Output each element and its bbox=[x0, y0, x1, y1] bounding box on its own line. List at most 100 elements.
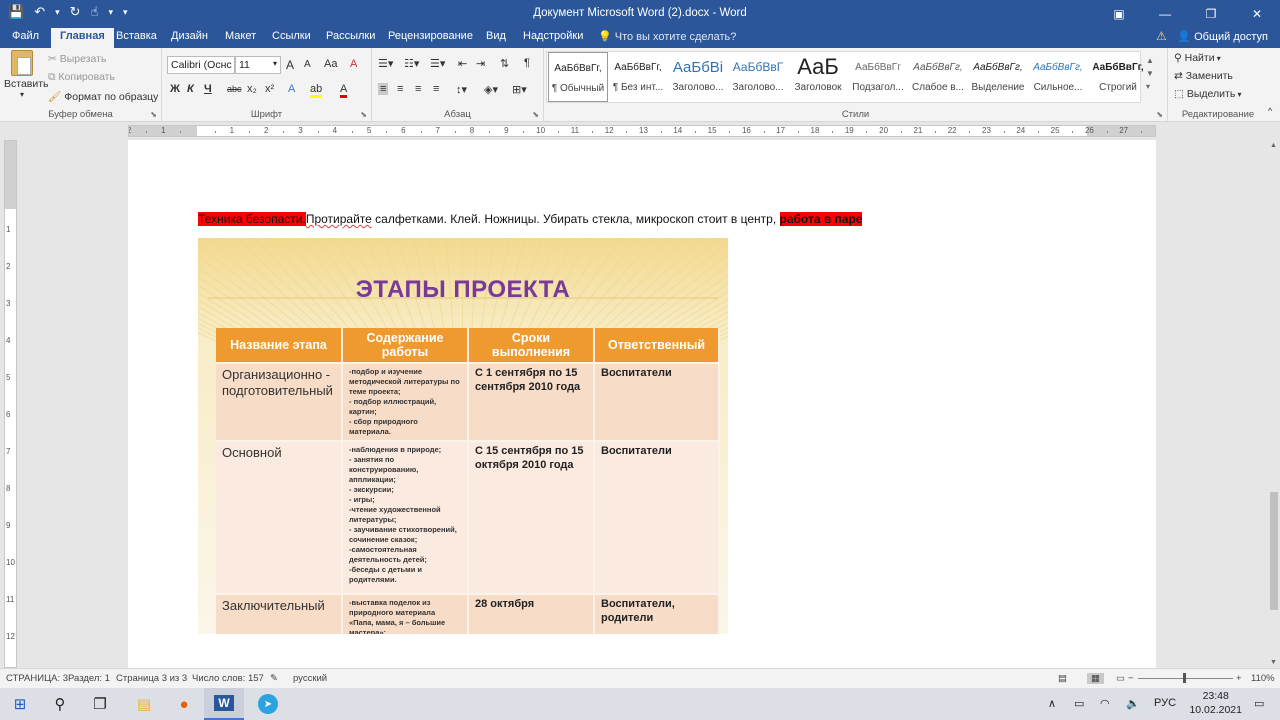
replace-button[interactable]: ⇄ Заменить bbox=[1174, 70, 1233, 82]
select-button[interactable]: ⬚ Выделить ▾ bbox=[1174, 88, 1242, 100]
document-paragraph[interactable]: Техника безопасти.Протирайте салфетками.… bbox=[198, 212, 863, 226]
shading-icon[interactable]: ◈▾ bbox=[484, 83, 498, 96]
decrease-indent-icon[interactable]: ⇤ bbox=[458, 57, 467, 70]
font-size-box[interactable]: 11 ▾ bbox=[235, 56, 281, 74]
style-no-spacing[interactable]: АаБбВвГг, ¶ Без инт... bbox=[608, 52, 668, 102]
word-count[interactable]: Число слов: 157 bbox=[192, 673, 264, 684]
underline-button[interactable]: Ч bbox=[204, 83, 212, 95]
language-indicator[interactable]: русский bbox=[293, 673, 327, 684]
tab-addins[interactable]: Надстройки bbox=[523, 30, 583, 42]
superscript-button[interactable]: x² bbox=[265, 83, 274, 95]
proofing-icon[interactable]: ✎ bbox=[270, 673, 278, 684]
tab-references[interactable]: Ссылки bbox=[272, 30, 311, 42]
line-spacing-icon[interactable]: ↕▾ bbox=[456, 83, 467, 96]
paragraph-launcher-icon[interactable]: ⬊ bbox=[532, 110, 539, 119]
style-heading1[interactable]: АаБбВі Заголово... bbox=[668, 52, 728, 102]
horizontal-ruler[interactable]: 2112345678910111213141516171819202122232… bbox=[128, 125, 1156, 137]
multilevel-list-icon[interactable]: ☰▾ bbox=[430, 57, 445, 70]
tab-insert[interactable]: Вставка bbox=[116, 30, 157, 42]
styles-launcher-icon[interactable]: ⬊ bbox=[1156, 110, 1163, 119]
tab-mailings[interactable]: Рассылки bbox=[326, 30, 375, 42]
find-button[interactable]: ⚲ Найти ▾ bbox=[1174, 52, 1221, 64]
show-marks-icon[interactable]: ¶ bbox=[524, 57, 530, 69]
tab-layout[interactable]: Макет bbox=[225, 30, 256, 42]
style-subtle-emphasis[interactable]: АаБбВвГг, Слабое в... bbox=[908, 52, 968, 102]
clipboard-launcher-icon[interactable]: ⬊ bbox=[150, 110, 157, 119]
grow-font-icon[interactable]: A bbox=[286, 58, 294, 72]
style-subtitle[interactable]: АаБбВвГг Подзагол... bbox=[848, 52, 908, 102]
italic-button[interactable]: К bbox=[187, 83, 194, 95]
style-emphasis[interactable]: АаБбВвГг, Выделение bbox=[968, 52, 1028, 102]
print-layout-icon[interactable]: ▦ bbox=[1087, 673, 1104, 684]
document-page[interactable]: Техника безопасти.Протирайте салфетками.… bbox=[128, 140, 1156, 668]
task-view-button[interactable]: ❐ bbox=[80, 688, 120, 720]
increase-indent-icon[interactable]: ⇥ bbox=[476, 57, 485, 70]
tab-file[interactable]: Файл bbox=[12, 30, 39, 42]
align-right-icon[interactable]: ≡ bbox=[415, 83, 421, 95]
vertical-ruler[interactable]: 12345678910111213 bbox=[4, 140, 17, 678]
subscript-button[interactable]: x₂ bbox=[247, 83, 257, 95]
bullets-icon[interactable]: ☰▾ bbox=[378, 57, 393, 70]
style-intense-emphasis[interactable]: АаБбВвГг, Сильное... bbox=[1028, 52, 1088, 102]
embedded-picture[interactable]: ЭТАПЫ ПРОЕКТА Название этапа Содержание … bbox=[198, 238, 728, 634]
paste-button[interactable]: Вставить ▾ bbox=[4, 50, 49, 99]
start-button[interactable]: ⊞ bbox=[0, 688, 40, 720]
tab-home[interactable]: Главная bbox=[51, 28, 114, 48]
highlighted-text[interactable]: Техника безопасти. bbox=[198, 212, 306, 226]
scrollbar-thumb[interactable] bbox=[1270, 492, 1278, 610]
highlighted-bold-text[interactable]: работа в паре bbox=[779, 212, 863, 226]
page-indicator[interactable]: СТРАНИЦА: 3 bbox=[6, 673, 68, 684]
borders-icon[interactable]: ⊞▾ bbox=[512, 83, 527, 96]
format-painter-button[interactable]: 🖌 Формат по образцу bbox=[48, 90, 158, 103]
justify-icon[interactable]: ≡ bbox=[433, 83, 439, 95]
page-count[interactable]: Страница 3 из 3 bbox=[116, 673, 187, 684]
more-styles-icon[interactable]: ▾ bbox=[1146, 82, 1150, 91]
ribbon-display-options-icon[interactable]: ▣ bbox=[1096, 0, 1142, 27]
tell-me-search[interactable]: 💡 Что вы хотите сделать? bbox=[598, 30, 736, 43]
web-layout-icon[interactable]: ▭ bbox=[1116, 673, 1125, 684]
notifications-icon[interactable]: ▭ bbox=[1254, 697, 1264, 710]
scroll-down-icon[interactable]: ▼ bbox=[1146, 69, 1154, 78]
tab-review[interactable]: Рецензирование bbox=[388, 30, 473, 42]
input-language[interactable]: РУС bbox=[1154, 697, 1176, 709]
style-normal[interactable]: АаБбВвГг, ¶ Обычный bbox=[548, 52, 608, 102]
misspelled-word[interactable]: Протирайте bbox=[306, 212, 372, 226]
word-button[interactable]: W bbox=[204, 688, 244, 720]
align-left-icon[interactable]: ≡ bbox=[378, 83, 389, 95]
close-button[interactable]: ✕ bbox=[1234, 0, 1280, 27]
warning-icon[interactable]: ⚠ bbox=[1156, 29, 1167, 43]
telegram-button[interactable]: ➤ bbox=[248, 688, 288, 720]
highlight-color-icon[interactable]: ab bbox=[310, 83, 323, 98]
scroll-up-icon[interactable]: ▲ bbox=[1146, 56, 1154, 65]
volume-icon[interactable]: 🔈 bbox=[1126, 697, 1140, 710]
zoom-in-button[interactable]: + bbox=[1236, 673, 1242, 684]
search-button[interactable]: ⚲ bbox=[40, 688, 80, 720]
style-title[interactable]: АаБ Заголовок bbox=[788, 52, 848, 102]
align-center-icon[interactable]: ≡ bbox=[397, 83, 403, 95]
network-icon[interactable]: ◠ bbox=[1100, 697, 1110, 710]
clear-formatting-icon[interactable]: A bbox=[350, 58, 357, 70]
system-clock[interactable]: 23:48 10.02.2021 bbox=[1189, 689, 1242, 717]
minimize-button[interactable]: — bbox=[1142, 0, 1188, 27]
styles-scroll-controls[interactable]: ▲ ▼ ▾ bbox=[1146, 54, 1154, 93]
style-strong[interactable]: АаБбВвГг, Строгий bbox=[1088, 52, 1148, 102]
paragraph-text[interactable]: салфетками. Клей. Ножницы. Убирать стекл… bbox=[372, 212, 776, 226]
shrink-font-icon[interactable]: A bbox=[304, 59, 311, 70]
scroll-up-arrow-icon[interactable]: ▲ bbox=[1270, 142, 1277, 149]
scroll-down-arrow-icon[interactable]: ▼ bbox=[1270, 659, 1277, 666]
numbering-icon[interactable]: ☷▾ bbox=[404, 57, 419, 70]
zoom-level[interactable]: 110% bbox=[1251, 673, 1275, 684]
share-button[interactable]: 👤 Общий доступ bbox=[1177, 30, 1268, 43]
firefox-button[interactable]: ● bbox=[164, 688, 204, 720]
tab-design[interactable]: Дизайн bbox=[171, 30, 208, 42]
copy-button[interactable]: ⧉ Копировать bbox=[48, 71, 115, 84]
text-effects-icon[interactable]: A bbox=[288, 83, 295, 95]
style-heading2[interactable]: АаБбВвГ Заголово... bbox=[728, 52, 788, 102]
cut-button[interactable]: ✂ Вырезать bbox=[48, 53, 106, 65]
restore-button[interactable]: ❐ bbox=[1188, 0, 1234, 27]
change-case-icon[interactable]: Aa bbox=[324, 58, 337, 70]
font-name-box[interactable]: Calibri (Оснс bbox=[167, 56, 235, 74]
zoom-slider-thumb[interactable] bbox=[1183, 673, 1186, 683]
vertical-scrollbar[interactable]: ▲ ▼ bbox=[1268, 140, 1280, 668]
sort-icon[interactable]: ⇅ bbox=[500, 57, 509, 70]
